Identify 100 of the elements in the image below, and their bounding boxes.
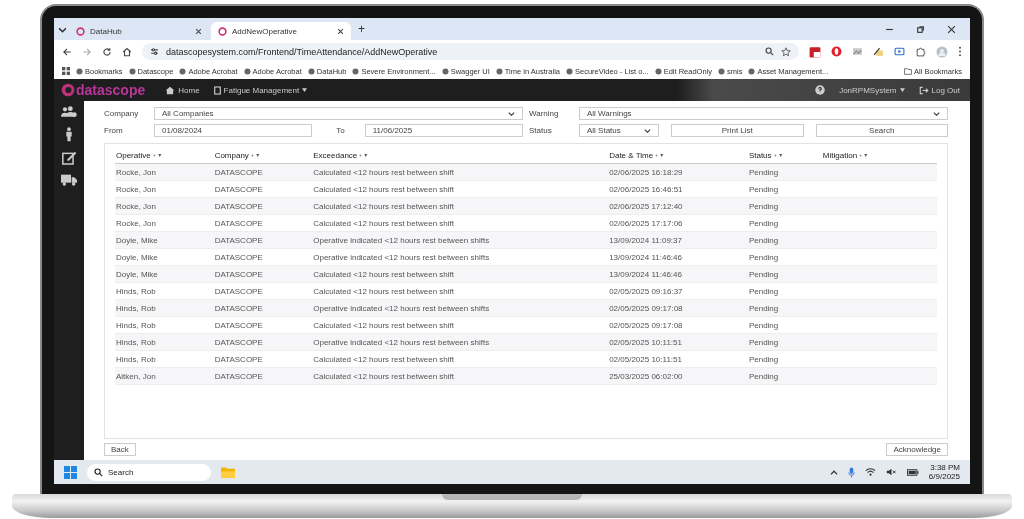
table-cell: Rocke, Jon [116,167,157,177]
acknowledge-button[interactable]: Acknowledge [886,443,948,456]
sign-out-icon [918,85,929,95]
nav-link[interactable]: Fatigue Management [213,85,308,95]
table-cell: Rocke, Jon [116,218,157,228]
taskbar-clock[interactable]: 3:38 PM 6/9/2025 [928,462,960,482]
close-tab-icon[interactable] [337,27,344,35]
document-icon [213,85,221,95]
company-select[interactable]: All Companies [154,107,523,120]
table-cell: DATASCOPE [214,320,263,330]
column-header[interactable]: Company [214,150,260,160]
user-menu[interactable]: JonRPMSystem [839,85,905,95]
print-list-button[interactable]: Print List [671,124,804,137]
windows-start-icon[interactable] [64,465,77,479]
table-cell: DATASCOPE [214,286,263,296]
new-tab-button[interactable]: + [353,22,370,36]
home-icon [165,85,176,95]
column-header[interactable]: Status [748,150,783,160]
apps-grid-icon[interactable] [62,67,70,75]
table-cell: Pending [748,371,779,381]
dot-favicon-icon [718,67,725,75]
back-icon[interactable] [62,46,72,57]
battery-icon[interactable] [906,468,919,476]
site-info-icon[interactable] [150,47,159,56]
address-bar[interactable]: datascopesystem.com/Frontend/TimeAttendance/AddNewOperative [142,43,799,60]
column-header[interactable]: Mitigation [822,150,869,160]
column-header[interactable]: Date & Time [609,150,665,160]
table-cell: DATASCOPE [214,235,263,245]
status-select[interactable]: All Status [579,124,659,137]
taskbar-search-field[interactable]: Search [87,463,211,481]
table-cell: 13/09/2024 11:46:46 [609,269,682,279]
edit-icon[interactable] [61,151,77,165]
dot-favicon-icon [566,67,573,75]
wifi-icon[interactable] [864,468,876,476]
video-extension-icon[interactable] [894,46,905,57]
ring-favicon-icon [76,26,85,36]
close-tab-icon[interactable] [195,27,202,35]
puzzle-icon[interactable] [915,46,926,57]
opera-extension-icon[interactable] [831,46,842,57]
people-icon[interactable] [61,106,77,118]
browser-tab[interactable]: AddNewOperative [211,22,351,40]
table-cell: DATASCOPE [214,184,263,194]
table-cell: Hinds, Rob [116,303,156,313]
image-extension-icon[interactable] [852,46,863,57]
calendar-extension-icon[interactable] [809,45,821,58]
browser-tab[interactable]: DataHub [69,22,209,40]
warning-select[interactable]: All Warnings [579,107,948,120]
table-cell: Calculated <12 hours rest between shift [313,201,454,211]
dot-favicon-icon [654,67,662,75]
help-icon[interactable] [815,85,826,95]
pen-extension-icon[interactable] [873,46,884,57]
table-cell: DATASCOPE [214,371,263,381]
menu-icon[interactable] [958,46,962,57]
table-cell: 02/06/2025 17:17:06 [609,218,683,228]
column-header[interactable]: Exceedance [313,150,369,160]
table-cell: Pending [748,252,779,262]
table-cell: Pending [748,303,779,313]
table-cell: DATASCOPE [214,337,263,347]
table-cell: DATASCOPE [214,269,263,279]
table-cell: Operative indicated <12 hours rest between shifts [313,337,490,347]
dot-favicon-icon [748,67,756,75]
speaker-muted-icon[interactable] [885,468,897,476]
field-label: Warning [529,109,560,118]
sort-icon [152,152,162,158]
brand-mark-icon [61,83,75,97]
to-date-field[interactable]: 11/06/2025 [364,124,523,137]
dot-favicon-icon [76,67,83,75]
zoom-icon[interactable] [765,47,774,56]
table-cell: Calculated <12 hours rest between shift [313,354,454,364]
microphone-icon[interactable] [847,466,855,478]
table-cell: Calculated <12 hours rest between shift [313,184,454,194]
sort-icon [773,152,783,158]
back-button[interactable]: Back [104,443,136,456]
table-cell: Operative indicated <12 hours rest between shifts [313,303,490,313]
table-cell: Calculated <12 hours rest between shift [313,286,454,296]
table-cell: DATASCOPE [214,303,263,313]
sort-icon [655,152,665,158]
nav-link[interactable]: Home [165,85,200,95]
chevron-up-icon[interactable] [829,469,838,475]
logout-link[interactable]: Log Out [918,85,960,95]
search-button[interactable]: Search [815,124,948,137]
column-header[interactable]: Operative [116,150,162,160]
chevron-down-icon [644,128,651,133]
table-cell: DATASCOPE [214,201,263,211]
table-cell: Calculated <12 hours rest between shift [313,167,454,177]
sort-icon [250,152,260,158]
truck-icon[interactable] [61,174,77,186]
person-icon[interactable] [65,127,73,142]
table-cell: 02/06/2025 17:12:40 [609,201,683,211]
star-icon[interactable] [781,46,791,57]
home-icon[interactable] [122,46,132,57]
field-label: From [104,126,124,135]
reload-icon[interactable] [102,46,112,57]
table-cell: Hinds, Rob [116,354,156,364]
dot-favicon-icon [243,67,251,75]
table-cell: Operative indicated <12 hours rest between shifts [313,235,490,245]
table-cell: 25/03/2025 06:02:00 [609,371,683,381]
from-date-field[interactable]: 01/08/2024 [154,124,313,137]
folder-outline-icon [904,67,913,75]
table-cell: DATASCOPE [214,354,263,364]
